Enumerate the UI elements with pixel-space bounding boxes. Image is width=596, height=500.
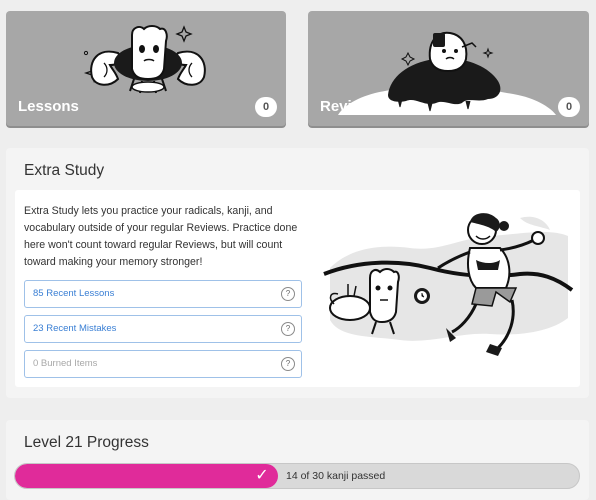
extra-study-panel: Extra Study Extra Study lets you practic… [6, 148, 589, 398]
recent-mistakes-label: 23 Recent Mistakes [33, 323, 117, 334]
extra-study-content: Extra Study lets you practice your radic… [15, 190, 580, 387]
level-progress-title: Level 21 Progress [24, 434, 149, 451]
level-progress-panel: Level 21 Progress ✓ 14 of 30 kanji passe… [6, 420, 589, 500]
reviews-count-badge: 0 [558, 97, 580, 117]
crabigator-lessons-illustration [83, 25, 206, 94]
lessons-card[interactable]: Lessons 0 [6, 11, 286, 126]
extra-study-title: Extra Study [24, 162, 105, 179]
recent-mistakes-button[interactable]: 23 Recent Mistakes ? [24, 315, 302, 343]
lessons-count-badge: 0 [255, 97, 277, 117]
burned-items-button[interactable]: 0 Burned Items ? [24, 350, 302, 378]
extra-study-description: Extra Study lets you practice your radic… [24, 205, 298, 268]
reviews-title: Reviews [320, 98, 381, 115]
checkmark-icon: ✓ [255, 467, 269, 484]
progress-status-text: 14 of 30 kanji passed [286, 470, 386, 482]
help-icon[interactable]: ? [281, 357, 295, 371]
finish-line-race-illustration [323, 213, 574, 356]
help-icon[interactable]: ? [281, 322, 295, 336]
burned-items-label: 0 Burned Items [33, 358, 98, 369]
lessons-title: Lessons [18, 98, 79, 115]
reviews-card[interactable]: Reviews 0 [308, 11, 589, 126]
recent-lessons-button[interactable]: 85 Recent Lessons ? [24, 280, 302, 308]
level-progress-bar: ✓ 14 of 30 kanji passed [14, 463, 580, 489]
progress-fill [15, 464, 278, 488]
help-icon[interactable]: ? [281, 287, 295, 301]
recent-lessons-label: 85 Recent Lessons [33, 288, 115, 299]
